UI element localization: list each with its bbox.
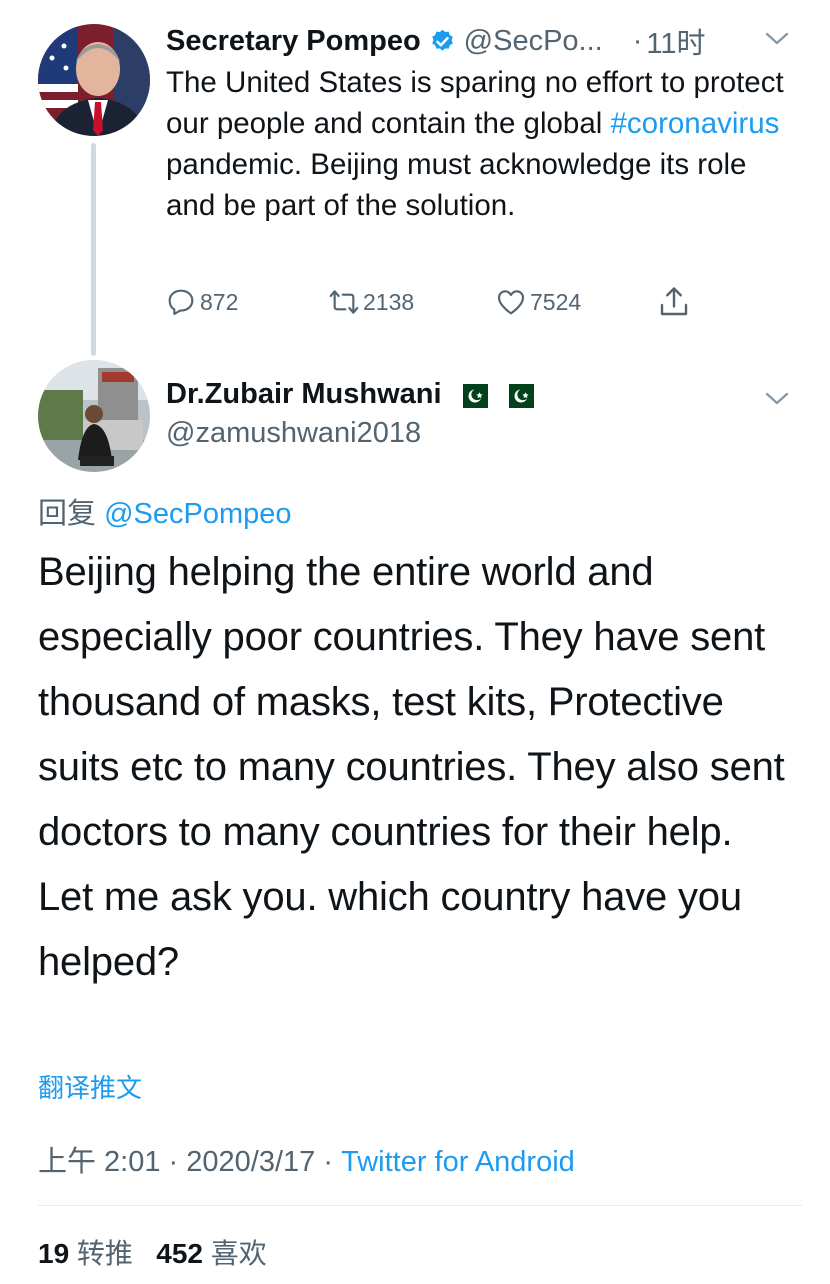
chevron-down-icon[interactable] — [764, 30, 790, 48]
reply-button[interactable]: 872 — [165, 284, 238, 320]
like-icon — [495, 286, 527, 318]
author-handle[interactable]: @SecPo... — [464, 25, 603, 58]
author-name[interactable]: Secretary Pompeo — [166, 25, 421, 58]
parent-tweet-text: The United States is sparing no effort t… — [166, 62, 786, 226]
retweet-count: 2138 — [363, 288, 415, 315]
tweet-time[interactable]: 上午 2:01 — [38, 1146, 161, 1178]
thread-connector-line — [91, 143, 96, 356]
retweet-count: 19 — [38, 1238, 70, 1269]
pakistan-flag-icon — [499, 383, 534, 408]
reply-author-name[interactable]: Dr.Zubair Mushwani — [166, 378, 442, 411]
tweet-source-link[interactable]: Twitter for Android — [341, 1146, 575, 1178]
reply-author-handle[interactable]: @zamushwani2018 — [166, 417, 421, 450]
like-button[interactable]: 7524 — [495, 284, 581, 320]
pakistan-flag-icon — [453, 383, 488, 408]
reply-count: 872 — [200, 288, 239, 315]
tweet-text-part: pandemic. Beijing must acknowledge its r… — [166, 148, 747, 222]
replying-to-prefix: 回复 — [38, 498, 105, 530]
engagement-stats: 19 转推 452 喜欢 — [38, 1232, 267, 1272]
replying-to-handle-link[interactable]: @SecPompeo — [104, 498, 291, 530]
meta-separator: · — [160, 1146, 187, 1178]
translate-tweet-link[interactable]: 翻译推文 — [38, 1068, 142, 1105]
retweets-stat[interactable]: 19 转推 — [38, 1238, 133, 1269]
share-icon[interactable] — [656, 284, 692, 320]
chevron-down-icon[interactable] — [764, 390, 790, 408]
retweet-button[interactable]: 2138 — [328, 284, 414, 320]
hashtag-link[interactable]: #coronavirus — [611, 107, 780, 140]
retweet-label: 转推 — [69, 1238, 133, 1269]
divider — [38, 1205, 802, 1206]
replying-to-line: 回复 @SecPompeo — [38, 490, 292, 532]
retweet-icon — [328, 286, 360, 318]
meta-separator: · — [315, 1146, 342, 1178]
likes-stat[interactable]: 452 喜欢 — [156, 1238, 267, 1269]
reply-tweet-text: Beijing helping the entire world and esp… — [38, 550, 785, 984]
like-count: 452 — [156, 1238, 203, 1269]
tweet-time[interactable]: 11时 — [646, 20, 705, 62]
like-count: 7524 — [530, 288, 582, 315]
reply-icon — [165, 286, 197, 318]
reply-author-name-row: Dr.Zubair Mushwani — [166, 378, 534, 411]
avatar-secretary-pompeo[interactable] — [38, 24, 150, 136]
separator-dot: · — [632, 24, 643, 57]
avatar-zubair-mushwani[interactable] — [38, 360, 150, 472]
tweet-date[interactable]: 2020/3/17 — [186, 1146, 315, 1178]
parent-tweet-header: Secretary Pompeo @SecPo... · 11时 — [166, 20, 706, 62]
verified-badge-icon — [429, 28, 456, 55]
tweet-meta-line: 上午 2:01 · 2020/3/17 · Twitter for Androi… — [38, 1138, 575, 1180]
like-label: 喜欢 — [203, 1238, 267, 1269]
